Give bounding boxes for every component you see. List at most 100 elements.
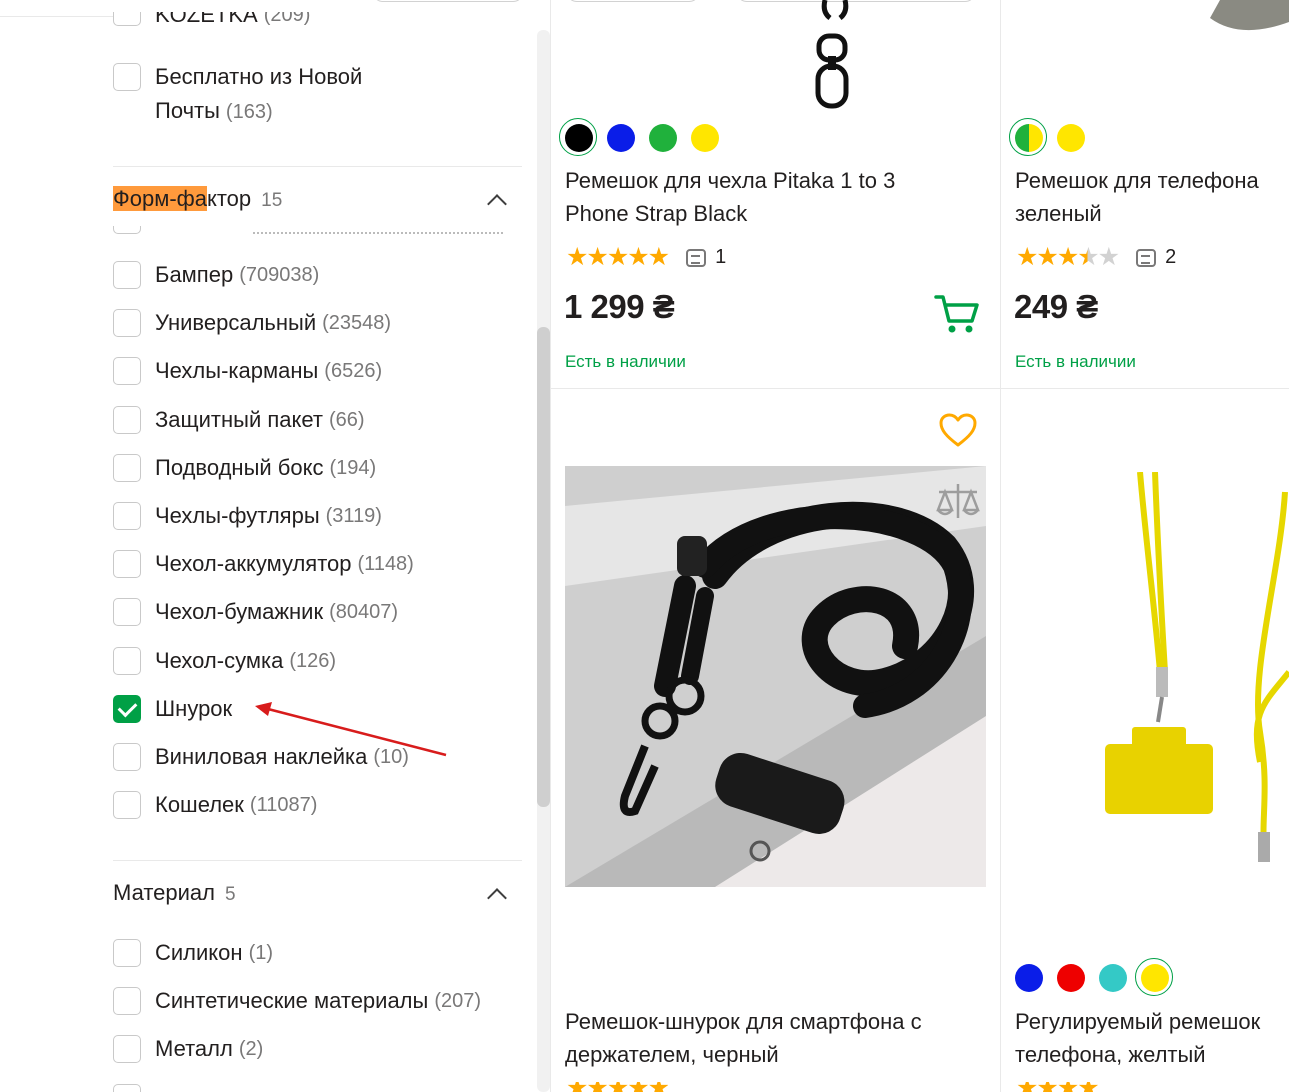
filter-item-count: (126) xyxy=(289,649,337,672)
scrollbar-thumb[interactable] xyxy=(537,327,550,807)
product-title-line: держателем, черный xyxy=(565,1042,779,1067)
grid-divider xyxy=(1000,0,1001,1092)
divider xyxy=(113,166,522,167)
filter-item[interactable]: Чехол-сумка (126) xyxy=(113,644,336,678)
checkbox[interactable] xyxy=(113,743,141,771)
color-swatch[interactable] xyxy=(607,124,635,152)
star-half-icon: ★ xyxy=(1077,243,1099,271)
color-swatch[interactable] xyxy=(1015,964,1043,992)
checkbox[interactable] xyxy=(113,453,141,482)
filter-item-count: (194) xyxy=(329,456,377,479)
product-title-link[interactable]: Ремешок-шнурок для смартфона с держателе… xyxy=(565,1005,965,1071)
color-swatch[interactable] xyxy=(1135,958,1173,996)
checkbox[interactable] xyxy=(113,357,141,386)
checkbox[interactable] xyxy=(113,550,141,579)
product-image[interactable] xyxy=(1100,472,1289,872)
product-title-line: зеленый xyxy=(1015,201,1102,226)
filter-item[interactable]: Бампер (709038) xyxy=(113,258,319,292)
filter-item-count: (80407) xyxy=(329,601,399,624)
checkbox-checked[interactable] xyxy=(113,694,141,723)
product-image[interactable] xyxy=(565,466,986,887)
filter-item-count: (1148) xyxy=(357,553,414,576)
filter-item[interactable]: Защитный пакет (66) xyxy=(113,403,365,437)
checkbox[interactable] xyxy=(113,405,141,434)
filter-item[interactable]: Универсальный (23548) xyxy=(113,306,391,340)
section-title-material[interactable]: Материал 5 xyxy=(113,880,236,906)
filter-item-free-delivery[interactable]: Бесплатно из Новой Почты (163) xyxy=(113,60,362,129)
top-filter-pill[interactable] xyxy=(566,0,700,2)
product-price: 1 299 ₴ xyxy=(564,288,675,325)
filter-item[interactable]: Чехлы-карманы (6526) xyxy=(113,354,382,388)
star-empty-icon: ★ xyxy=(1097,243,1120,271)
filter-item-label: Силикон xyxy=(155,940,243,965)
color-swatch[interactable] xyxy=(1057,124,1085,152)
chevron-up-icon[interactable] xyxy=(487,888,507,908)
product-title-link[interactable]: Ремешок для чехла Pitaka 1 to 3 Phone St… xyxy=(565,164,965,230)
filter-item[interactable]: Силикон (1) xyxy=(113,936,273,970)
section-title-form-factor[interactable]: Форм-фактор 15 xyxy=(113,186,282,212)
star-icon: ★★★ xyxy=(1016,243,1079,271)
filter-item[interactable]: Шнурок xyxy=(113,692,238,726)
checkbox[interactable] xyxy=(113,987,141,1016)
color-swatch[interactable] xyxy=(649,124,677,152)
product-title-line: Ремешок для чехла Pitaka 1 to 3 xyxy=(565,168,896,193)
cart-icon[interactable] xyxy=(934,293,980,335)
chevron-up-icon[interactable] xyxy=(487,194,507,214)
product-title-line: Ремешок для телефона xyxy=(1015,168,1259,193)
product-image[interactable] xyxy=(800,0,870,112)
filter-item-partial[interactable]: KOZETKA (209) xyxy=(113,12,310,30)
filter-item[interactable]: Подводный бокс (194) xyxy=(113,451,376,485)
filter-item-label: Шнурок xyxy=(155,695,233,721)
rating[interactable]: ★★★ ★ ★ 2 xyxy=(1016,245,1176,270)
filter-item-label: Подводный бокс xyxy=(155,454,324,480)
filter-item-count: (207) xyxy=(434,990,482,1013)
checkbox[interactable] xyxy=(113,598,141,627)
product-image[interactable] xyxy=(1200,0,1289,36)
filter-item[interactable]: Кошелек (11087) xyxy=(113,788,317,822)
filter-item-count: (10) xyxy=(373,746,409,768)
color-swatch[interactable] xyxy=(691,124,719,152)
reviews-icon xyxy=(686,248,707,267)
checkbox[interactable] xyxy=(113,646,141,675)
filter-item[interactable]: Чехол-бумажник (80407) xyxy=(113,595,398,629)
filter-item[interactable]: Виниловая наклейка (10) xyxy=(113,740,409,774)
rating[interactable]: ★★★★★ 1 xyxy=(566,245,726,270)
checkbox[interactable] xyxy=(113,791,141,820)
section-count: 5 xyxy=(225,884,236,905)
filter-item-count: (1) xyxy=(248,942,274,964)
checkbox[interactable] xyxy=(113,261,141,289)
filter-item-partial[interactable] xyxy=(113,1081,141,1092)
checkbox[interactable] xyxy=(113,1084,141,1092)
filter-sidebar: KOZETKA (209) Бесплатно из Новой Почты (1… xyxy=(0,0,550,1092)
heart-icon[interactable] xyxy=(938,412,978,448)
filter-item-count: (6526) xyxy=(324,360,383,383)
reviews-count: 1 xyxy=(715,246,727,268)
product-title-link[interactable]: Регулируемый ремешок телефона, желтый xyxy=(1015,1005,1289,1071)
filter-item-partial xyxy=(113,226,513,240)
color-swatch[interactable] xyxy=(559,118,597,156)
checkbox[interactable] xyxy=(113,12,141,26)
color-swatch[interactable] xyxy=(1009,118,1047,156)
filter-item[interactable]: Чехол-аккумулятор (1148) xyxy=(113,547,414,581)
checkbox[interactable] xyxy=(113,1035,141,1064)
checkbox[interactable] xyxy=(113,63,141,91)
checkbox[interactable] xyxy=(113,309,141,338)
product-title-link[interactable]: Ремешок для телефона зеленый xyxy=(1015,164,1289,230)
filter-item-label: KOZETKA xyxy=(155,12,258,27)
product-title-line: Регулируемый ремешок xyxy=(1015,1009,1261,1034)
filter-item[interactable]: Чехлы-футляры (3119) xyxy=(113,499,382,533)
filter-item-label: Чехлы-футляры xyxy=(155,503,320,528)
filter-item[interactable]: Металл (2) xyxy=(113,1032,263,1066)
rating[interactable]: ★★★★★ xyxy=(566,1082,668,1092)
color-swatch[interactable] xyxy=(1099,964,1127,992)
filter-item-count: (11087) xyxy=(249,794,318,817)
compare-icon[interactable] xyxy=(935,482,981,520)
rating[interactable]: ★★★★ xyxy=(1016,1082,1098,1092)
checkbox[interactable] xyxy=(113,502,141,530)
product-title-line: Ремешок-шнурок для смартфона с xyxy=(565,1009,922,1034)
color-swatch[interactable] xyxy=(1057,964,1085,992)
filter-item-label: Металл xyxy=(155,1036,233,1062)
filter-item-label: Синтетические материалы xyxy=(155,988,429,1014)
filter-item[interactable]: Синтетические материалы (207) xyxy=(113,984,481,1018)
checkbox[interactable] xyxy=(113,939,141,967)
